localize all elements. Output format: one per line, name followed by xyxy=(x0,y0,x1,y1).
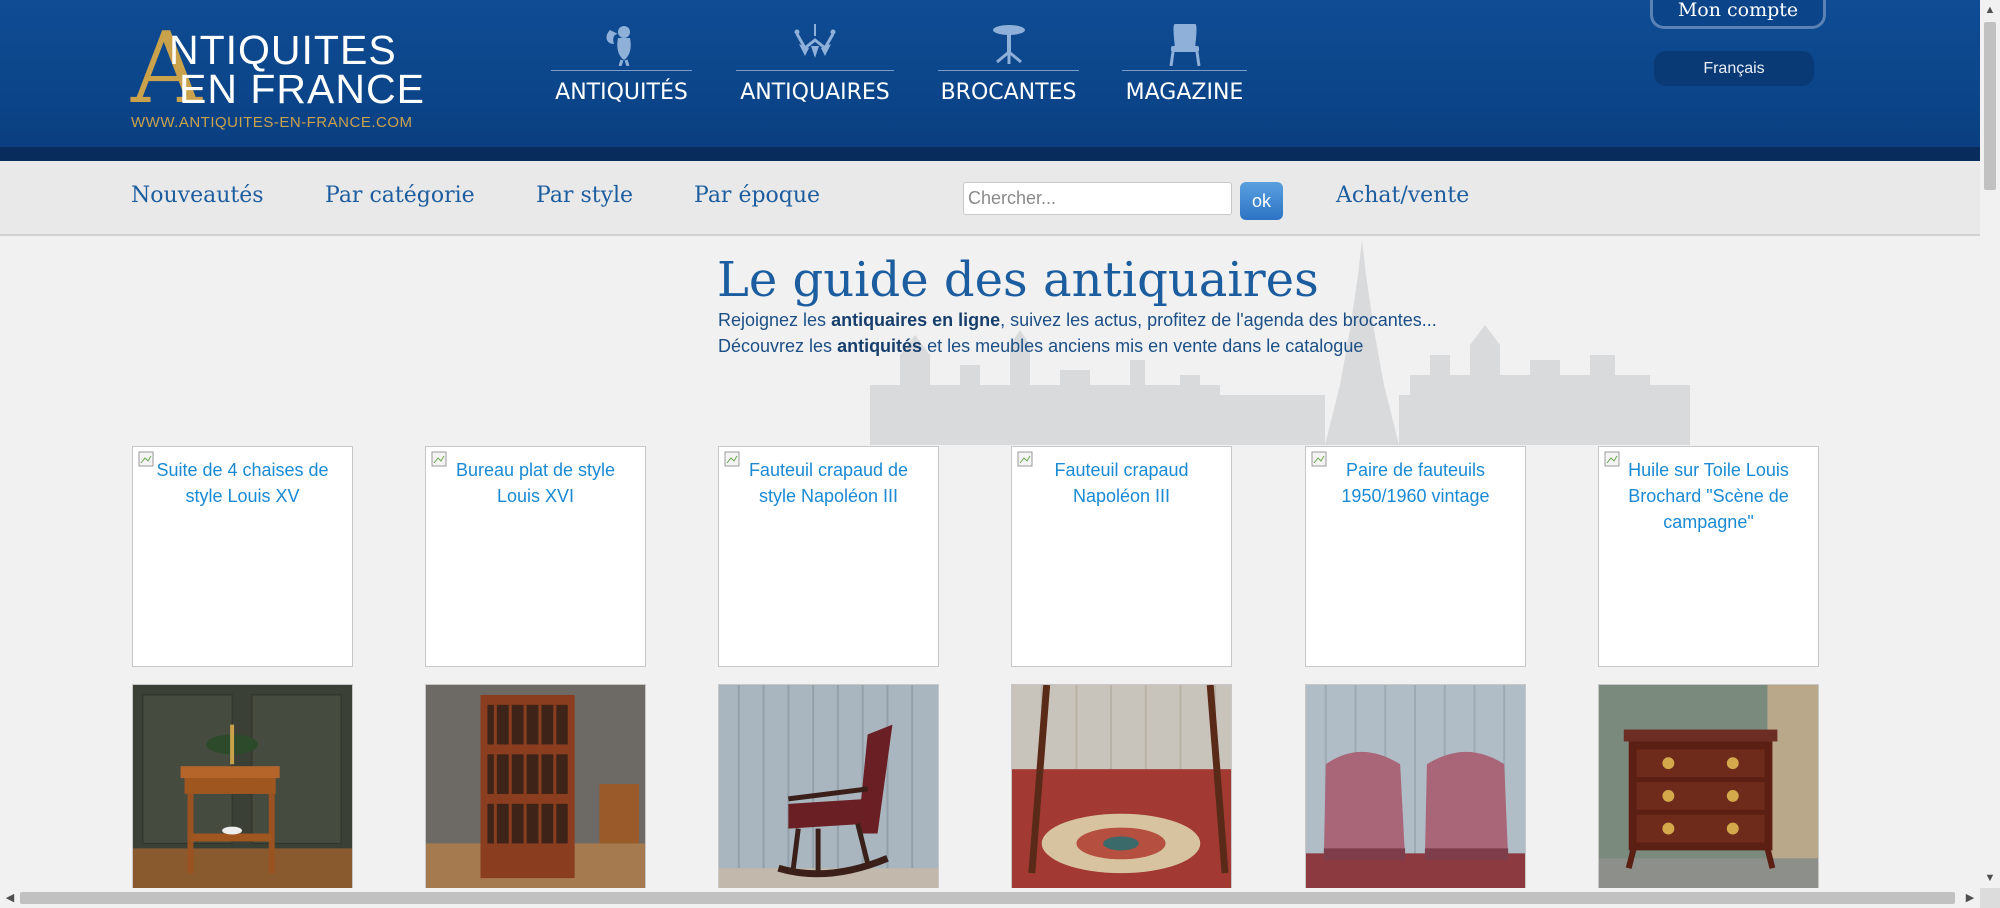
product-card[interactable]: Fauteuil crapaud de style Napoléon III xyxy=(718,446,939,667)
subnav-nouveautes[interactable]: Nouveautés xyxy=(131,183,264,208)
hero-text: , suivez les actus, profitez de l'agenda… xyxy=(1000,310,1437,330)
scrollbar-corner xyxy=(1980,888,2000,908)
product-photo-pink-armchairs[interactable] xyxy=(1305,684,1526,889)
scroll-up-arrow-icon[interactable]: ▲ xyxy=(1980,0,2000,20)
hero-intro-line-2: Découvrez les antiquités et les meubles … xyxy=(718,336,1363,357)
vertical-scroll-thumb[interactable] xyxy=(1984,22,1996,190)
nav-rule xyxy=(1122,70,1247,71)
side-table-image xyxy=(133,685,352,888)
logo-line-1: NTIQUITES xyxy=(169,27,397,73)
hero-intro-line-1: Rejoignez les antiquaires en ligne, suiv… xyxy=(718,310,1437,331)
hero-text: Rejoignez les xyxy=(718,310,832,330)
product-photo-commode[interactable] xyxy=(1598,684,1819,889)
product-image-alt: Fauteuil crapaud de style Napoléon III xyxy=(748,460,909,506)
hero-link-antiquaires-en-ligne[interactable]: antiquaires en ligne xyxy=(831,310,1000,330)
site-logo[interactable]: A NTIQUITES EN FRANCE WWW.ANTIQUITES-EN-… xyxy=(131,20,451,132)
pedestal-table-icon xyxy=(992,25,1025,64)
product-card[interactable]: Suite de 4 chaises de style Louis XV xyxy=(132,446,353,667)
main-nav-antiquaires[interactable]: ANTIQUAIRES xyxy=(736,22,894,108)
hero-text: et les meubles anciens mis en vente dans… xyxy=(922,336,1364,356)
product-image-alt: Suite de 4 chaises de style Louis XV xyxy=(156,460,329,506)
search-input[interactable] xyxy=(963,182,1232,215)
scroll-right-arrow-icon[interactable]: ▶ xyxy=(1960,888,1980,908)
product-image-alt: Bureau plat de style Louis XVI xyxy=(455,460,616,506)
main-nav-label: ANTIQUAIRES xyxy=(740,80,890,105)
product-photo-bookcase[interactable] xyxy=(425,684,646,889)
main-nav-label: BROCANTES xyxy=(940,80,1077,105)
header-divider xyxy=(0,147,1980,161)
scroll-down-arrow-icon[interactable]: ▼ xyxy=(1980,868,2000,888)
pink-armchairs-image xyxy=(1306,685,1525,888)
subnav-par-categorie[interactable]: Par catégorie xyxy=(325,183,475,208)
product-photo-rocking-chair[interactable] xyxy=(718,684,939,889)
subnav-par-style[interactable]: Par style xyxy=(536,183,633,208)
main-nav-brocantes[interactable]: BROCANTES xyxy=(938,22,1079,108)
hero-text: Découvrez les xyxy=(718,336,838,356)
nav-rule xyxy=(938,70,1079,71)
subnav-achat-vente[interactable]: Achat/vente xyxy=(1336,183,1469,208)
horizontal-scroll-thumb[interactable] xyxy=(20,892,1955,904)
nav-rule xyxy=(551,70,692,71)
marquetry-commode-image xyxy=(1599,685,1818,888)
product-card[interactable]: Huile sur Toile Louis Brochard "Scène de… xyxy=(1598,446,1819,667)
product-card[interactable]: Paire de fauteuils 1950/1960 vintage xyxy=(1305,446,1526,667)
table-on-carpet-image xyxy=(1012,685,1231,888)
chandelier-icon xyxy=(794,24,836,58)
revolving-bookcase-image xyxy=(426,685,645,888)
product-photo-side-table[interactable] xyxy=(132,684,353,889)
page-title: Le guide des antiquaires xyxy=(717,252,1319,308)
product-image-alt: Huile sur Toile Louis Brochard "Scène de… xyxy=(1628,460,1789,532)
cherub-icon xyxy=(606,26,631,66)
subnav-par-epoque[interactable]: Par époque xyxy=(694,183,820,208)
logo-url: WWW.ANTIQUITES-EN-FRANCE.COM xyxy=(131,114,413,131)
product-photo-table-carpet[interactable] xyxy=(1011,684,1232,889)
site-header: A NTIQUITES EN FRANCE WWW.ANTIQUITES-EN-… xyxy=(0,0,1980,147)
product-image-alt: Fauteuil crapaud Napoléon III xyxy=(1054,460,1189,506)
vertical-scrollbar[interactable]: ▲ ▼ xyxy=(1980,0,2000,908)
my-account-button[interactable]: Mon compte xyxy=(1650,0,1826,29)
armchair-icon xyxy=(1169,24,1200,66)
product-card[interactable]: Fauteuil crapaud Napoléon III xyxy=(1011,446,1232,667)
horizontal-scrollbar[interactable]: ◀ ▶ xyxy=(0,888,1980,908)
main-nav-label: MAGAZINE xyxy=(1125,80,1244,105)
main-nav-label: ANTIQUITÉS xyxy=(555,80,688,105)
language-selector[interactable]: Français xyxy=(1654,51,1814,86)
rocking-chair-image xyxy=(719,685,938,888)
search-ok-button[interactable]: ok xyxy=(1240,182,1283,220)
product-image-alt: Paire de fauteuils 1950/1960 vintage xyxy=(1341,460,1490,506)
main-nav-magazine[interactable]: MAGAZINE xyxy=(1122,22,1247,108)
hero-link-antiquites[interactable]: antiquités xyxy=(837,336,922,356)
main-nav-antiquites[interactable]: ANTIQUITÉS xyxy=(551,22,692,108)
secondary-nav: Nouveautés Par catégorie Par style Par é… xyxy=(0,161,1980,236)
product-card[interactable]: Bureau plat de style Louis XVI xyxy=(425,446,646,667)
nav-rule xyxy=(736,70,894,71)
scroll-left-arrow-icon[interactable]: ◀ xyxy=(0,888,20,908)
logo-line-2: EN FRANCE xyxy=(179,66,425,112)
